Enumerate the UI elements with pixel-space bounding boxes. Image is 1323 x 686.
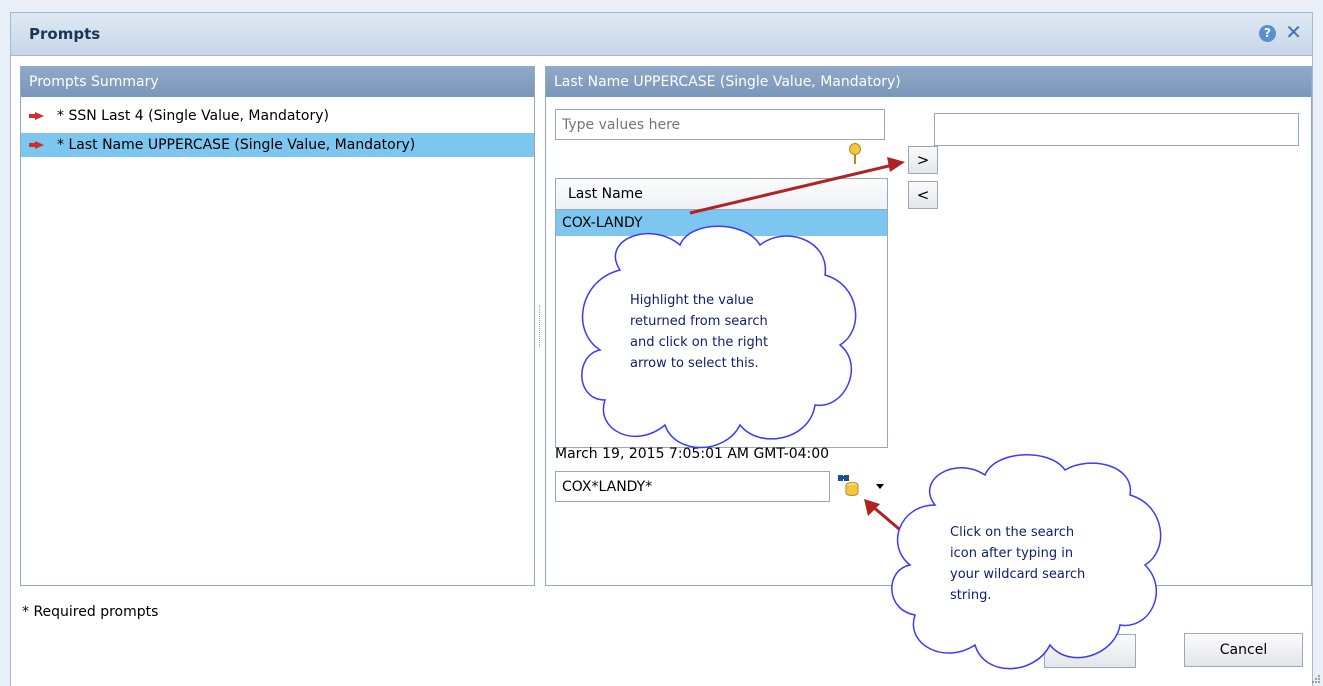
resize-grip-icon[interactable] [1311, 674, 1321, 684]
callout-line: icon after typing in [950, 546, 1074, 561]
annotation-arrow-head [864, 499, 880, 516]
annotation-arrow [689, 163, 894, 215]
callout-line: Click on the search [950, 525, 1075, 540]
callout-line: Highlight the value [630, 293, 754, 308]
callout-line: string. [950, 588, 992, 603]
annotation-arrow-head [887, 157, 905, 172]
callout-line: your wildcard search [950, 567, 1086, 582]
callout-line: arrow to select this. [630, 356, 759, 371]
callout-2-text: Click on the search icon after typing in… [950, 522, 1085, 606]
callout-line: and click on the right [630, 335, 769, 350]
callout-line: returned from search [630, 314, 768, 329]
callout-1-text: Highlight the value returned from search… [630, 290, 768, 374]
